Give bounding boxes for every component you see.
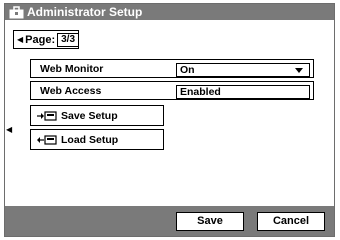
load-from-card-icon: [37, 134, 57, 145]
web-access-field[interactable]: Enabled: [176, 85, 310, 99]
web-access-value: Enabled: [180, 86, 221, 98]
save-setup-button[interactable]: Save Setup: [30, 105, 164, 126]
save-button[interactable]: Save: [176, 212, 244, 231]
cancel-button[interactable]: Cancel: [257, 212, 325, 231]
load-setup-label: Load Setup: [61, 133, 119, 146]
toolbox-icon: [9, 5, 24, 18]
page-selector[interactable]: ◀ Page: 3/3: [13, 30, 80, 49]
web-monitor-row: Web Monitor On: [30, 59, 314, 78]
load-setup-button[interactable]: Load Setup: [30, 129, 164, 150]
web-monitor-dropdown[interactable]: On: [176, 63, 310, 77]
web-access-row: Web Access Enabled: [30, 81, 314, 100]
web-monitor-label: Web Monitor: [40, 63, 104, 75]
page-number: 3/3: [57, 32, 80, 47]
chevron-down-icon: [295, 68, 303, 73]
web-monitor-value: On: [180, 64, 195, 76]
save-setup-label: Save Setup: [61, 109, 118, 122]
web-access-label: Web Access: [40, 85, 102, 97]
admin-setup-window: Administrator Setup ◀ Page: 3/3 ◀ Web Mo…: [4, 3, 335, 237]
footer-bar: Save Cancel: [5, 206, 334, 236]
window-title: Administrator Setup: [27, 5, 143, 19]
save-to-card-icon: [37, 110, 57, 121]
title-bar: Administrator Setup: [5, 4, 334, 20]
side-left-arrow-icon[interactable]: ◀: [6, 125, 12, 134]
page-label: Page:: [25, 33, 56, 46]
page-prev-icon[interactable]: ◀: [17, 35, 23, 44]
